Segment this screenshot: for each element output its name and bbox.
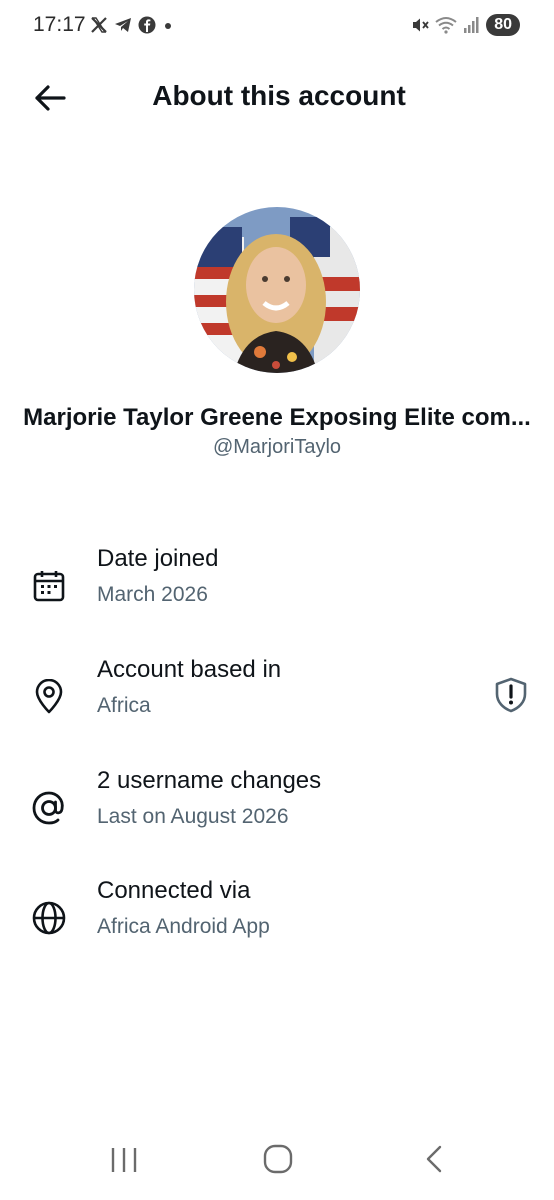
at-sign-icon [30, 789, 68, 827]
chevron-left-icon [426, 1145, 442, 1173]
system-indicators: 80 [410, 14, 520, 36]
recent-apps-icon [111, 1148, 137, 1172]
info-value: Last on August 2026 [97, 805, 289, 828]
wifi-icon [435, 17, 457, 34]
status-bar: 17:17 80 [0, 0, 554, 54]
status-time: 17:17 [33, 13, 86, 36]
recent-apps-button[interactable] [104, 1142, 144, 1178]
profile-handle: @MarjoriTaylo [212, 436, 342, 458]
info-row-account-based-in: Account based in Africa [0, 656, 554, 746]
info-value: Africa [97, 694, 151, 717]
system-nav-bar [0, 1130, 554, 1190]
mute-icon [413, 18, 429, 32]
x-app-icon [91, 17, 107, 33]
info-label: 2 username changes [97, 767, 322, 794]
info-value: March 2026 [97, 583, 208, 606]
profile-name: Marjorie Taylor Greene Exposing Elite co… [23, 404, 531, 431]
more-notifications-dot-icon [165, 23, 171, 29]
home-icon [263, 1144, 293, 1174]
globe-icon [30, 899, 68, 937]
info-row-username-changes: 2 username changes Last on August 2026 [0, 767, 554, 857]
home-button[interactable] [258, 1142, 298, 1178]
info-label: Connected via [97, 877, 251, 904]
profile-avatar [194, 207, 360, 373]
location-pin-icon [30, 678, 68, 716]
telegram-icon [115, 18, 131, 32]
notification-icons [89, 15, 175, 35]
signal-icon [464, 17, 479, 33]
battery-indicator: 80 [486, 14, 520, 36]
nav-back-button[interactable] [414, 1142, 454, 1178]
app-header: About this account [0, 62, 554, 134]
info-row-connected-via: Connected via Africa Android App [0, 877, 554, 967]
info-row-date-joined: Date joined March 2026 [0, 545, 554, 635]
shield-alert-icon[interactable] [492, 676, 530, 714]
facebook-icon [138, 16, 156, 34]
info-label: Account based in [97, 656, 282, 683]
info-label: Date joined [97, 545, 219, 572]
page-title: About this account [152, 80, 406, 111]
info-value: Africa Android App [97, 915, 270, 938]
calendar-icon [30, 567, 68, 605]
